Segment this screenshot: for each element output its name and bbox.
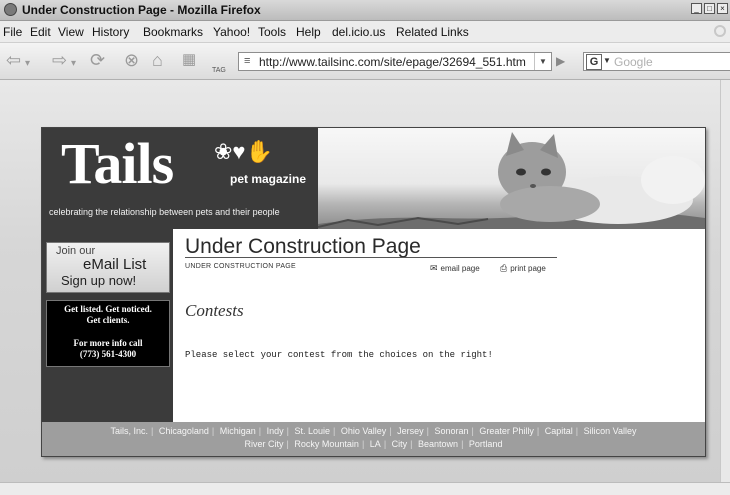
logo-subtitle: pet magazine — [230, 172, 307, 186]
banner-image — [318, 128, 705, 229]
title-divider — [185, 257, 557, 258]
footer-link[interactable]: St. Louie — [295, 426, 331, 436]
status-bar — [0, 482, 730, 495]
footer-row-1: Tails, Inc. | Chicagoland | Michigan | Indy… — [110, 426, 637, 436]
window-controls: _ □ × — [691, 3, 728, 14]
footer-link[interactable]: Michigan — [220, 426, 256, 436]
window-title: Under Construction Page - Mozilla Firefo… — [22, 3, 261, 17]
footer-link[interactable]: Portland — [469, 439, 503, 449]
maximize-icon[interactable]: □ — [704, 3, 715, 14]
page-icon: ≡ — [244, 55, 251, 67]
email-page-link[interactable]: ✉ email page — [430, 263, 480, 274]
logo-text: Tails — [61, 131, 174, 196]
page-title: Under Construction Page — [185, 235, 421, 258]
tag-icon[interactable]: TAG — [212, 62, 226, 80]
navigation-toolbar: ⇦ ▾ ⇨ ▾ ⟳ ⊗ ⌂ ▦ TAG ≡ http://www.tailsin… — [0, 43, 730, 80]
menu-delicious[interactable]: del.icio.us — [332, 25, 385, 39]
back-icon[interactable]: ⇦ — [6, 51, 21, 69]
email-signup-button[interactable]: Join our eMail List Sign up now! — [46, 242, 170, 293]
menu-history[interactable]: History — [92, 25, 129, 39]
footer-link[interactable]: Indy — [267, 426, 284, 436]
footer-link[interactable]: Rocky Mountain — [294, 439, 359, 449]
paw-heart-hand-icon: ❀♥✋ — [214, 139, 273, 164]
body-text: Please select your contest from the choi… — [185, 350, 493, 360]
menu-file[interactable]: File — [3, 25, 22, 39]
search-placeholder: Google — [614, 55, 653, 69]
site-logo[interactable]: Tails ❀♥✋ pet magazine celebrating the r… — [42, 128, 318, 229]
footer-link[interactable]: Jersey — [397, 426, 424, 436]
footer-link[interactable]: Tails, Inc. — [110, 426, 148, 436]
footer-link[interactable]: Sonoran — [435, 426, 469, 436]
tails-website: Tails ❀♥✋ pet magazine celebrating the r… — [41, 127, 706, 457]
window-titlebar[interactable]: Under Construction Page - Mozilla Firefo… — [0, 0, 730, 21]
menu-yahoo[interactable]: Yahoo! — [213, 25, 250, 39]
footer-nav: Tails, Inc. | Chicagoland | Michigan | Indy… — [42, 422, 705, 456]
kitten-puppy-image — [318, 132, 705, 229]
promo-line1: Get listed. Get noticed. — [64, 304, 152, 314]
breadcrumb: UNDER CONSTRUCTION PAGE — [185, 263, 296, 270]
back-dropdown-icon[interactable]: ▾ — [25, 55, 30, 73]
firefox-icon — [4, 3, 17, 16]
reload-icon[interactable]: ⟳ — [90, 51, 105, 69]
main-content: Under Construction Page UNDER CONSTRUCTI… — [173, 229, 705, 422]
address-bar[interactable]: ≡ http://www.tailsinc.com/site/epage/326… — [238, 52, 552, 71]
footer-link[interactable]: Greater Philly — [479, 426, 534, 436]
stop-icon[interactable]: ⊗ — [124, 51, 139, 69]
signup-email-text: eMail List — [83, 256, 147, 273]
footer-link[interactable]: City — [392, 439, 408, 449]
site-tagline: celebrating the relationship between pet… — [49, 207, 280, 217]
menu-view[interactable]: View — [58, 25, 84, 39]
printer-icon: ⎙ — [500, 263, 508, 273]
footer-link[interactable]: Chicagoland — [159, 426, 209, 436]
footer-link[interactable]: Capital — [545, 426, 573, 436]
forward-icon[interactable]: ⇨ — [52, 51, 67, 69]
footer-link[interactable]: Silicon Valley — [584, 426, 637, 436]
section-heading: Contests — [185, 301, 244, 320]
search-engine-dropdown-icon[interactable]: ▼ — [603, 56, 611, 65]
scrollbar[interactable] — [720, 80, 730, 482]
footer-link[interactable]: LA — [370, 439, 381, 449]
url-dropdown-icon[interactable]: ▼ — [534, 53, 551, 70]
signup-cta-text: Sign up now! — [61, 273, 137, 288]
footer-link[interactable]: River City — [245, 439, 284, 449]
menu-bar: File Edit View History Bookmarks Yahoo! … — [0, 21, 730, 43]
footer-row-2: River City | Rocky Mountain | LA | City | Be… — [244, 439, 503, 449]
menu-tools[interactable]: Tools — [258, 25, 286, 39]
promo-bottom: For more info call (773) 561-4300 — [47, 338, 169, 360]
go-icon[interactable]: ▶ — [556, 54, 565, 68]
throbber-icon — [714, 25, 726, 37]
forward-dropdown-icon[interactable]: ▾ — [71, 55, 76, 73]
email-page-label: email page — [440, 264, 480, 273]
google-icon[interactable]: G — [586, 54, 602, 70]
url-text: http://www.tailsinc.com/site/epage/32694… — [259, 55, 526, 69]
bookmark-icon[interactable]: ▦ — [182, 51, 196, 69]
advertise-promo[interactable]: Get listed. Get noticed. Get clients. Fo… — [46, 300, 170, 367]
promo-top: Get listed. Get noticed. Get clients. — [47, 304, 169, 326]
minimize-icon[interactable]: _ — [691, 3, 702, 14]
close-icon[interactable]: × — [717, 3, 728, 14]
promo-line2: Get clients. — [86, 315, 130, 325]
print-page-link[interactable]: ⎙ print page — [500, 263, 546, 274]
footer-link[interactable]: Ohio Valley — [341, 426, 386, 436]
footer-link[interactable]: Beantown — [418, 439, 458, 449]
envelope-icon: ✉ — [430, 263, 438, 273]
menu-help[interactable]: Help — [296, 25, 321, 39]
menu-related-links[interactable]: Related Links — [396, 25, 469, 39]
left-sidebar: Join our eMail List Sign up now! Get lis… — [42, 229, 173, 422]
menu-bookmarks[interactable]: Bookmarks — [143, 25, 203, 39]
search-box[interactable]: G ▼ Google — [583, 52, 730, 71]
promo-phone: (773) 561-4300 — [79, 349, 137, 359]
print-page-label: print page — [510, 264, 546, 273]
promo-line3: For more info call — [73, 338, 143, 348]
menu-edit[interactable]: Edit — [30, 25, 51, 39]
home-icon[interactable]: ⌂ — [152, 51, 163, 69]
